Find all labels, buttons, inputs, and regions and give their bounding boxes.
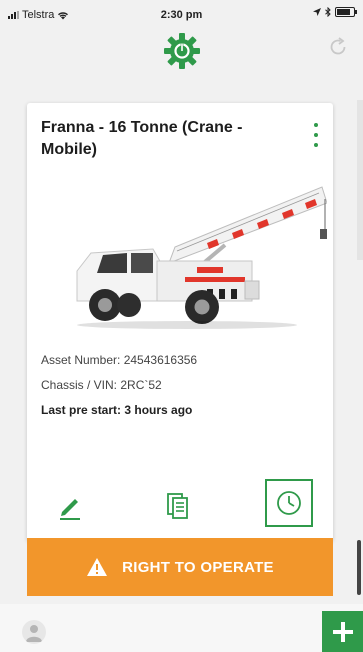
right-to-operate-button[interactable]: RIGHT TO OPERATE bbox=[27, 538, 333, 596]
status-time: 2:30 pm bbox=[160, 9, 203, 21]
add-button[interactable] bbox=[322, 611, 363, 652]
bottom-bar bbox=[0, 604, 363, 652]
plus-icon bbox=[332, 621, 353, 642]
location-arrow-icon bbox=[313, 8, 321, 16]
documents-button[interactable] bbox=[153, 481, 203, 531]
bluetooth-icon bbox=[325, 7, 331, 17]
asset-number: Asset Number: 24543616356 bbox=[41, 353, 198, 367]
documents-icon bbox=[167, 493, 188, 519]
warning-icon bbox=[87, 558, 108, 576]
right-to-operate-label: RIGHT TO OPERATE bbox=[122, 558, 274, 576]
refresh-icon[interactable] bbox=[327, 36, 349, 58]
scroll-indicator[interactable] bbox=[357, 100, 363, 600]
asset-title: Franna - 16 Tonne (Crane - Mobile) bbox=[41, 119, 243, 158]
card-actions bbox=[27, 475, 333, 533]
app-header bbox=[0, 30, 363, 100]
status-bar: Telstra 2:30 pm bbox=[0, 0, 363, 30]
mobile-crane-photo bbox=[76, 186, 327, 329]
chassis-vin: Chassis / VIN: 2RC`52 bbox=[41, 378, 162, 392]
history-button[interactable] bbox=[265, 479, 313, 527]
asset-card[interactable]: Franna - 16 Tonne (Crane - Mobile) Asset… bbox=[27, 103, 333, 541]
clock-history-icon bbox=[277, 491, 301, 515]
edit-button[interactable] bbox=[45, 481, 95, 531]
battery-icon bbox=[335, 7, 357, 17]
last-prestart: Last pre start: 3 hours ago bbox=[41, 403, 193, 417]
user-avatar-icon[interactable] bbox=[22, 620, 46, 644]
asset-info: Asset Number: 24543616356 Chassis / VIN:… bbox=[41, 351, 197, 426]
pencil-icon bbox=[60, 499, 80, 520]
gear-power-logo-icon bbox=[164, 33, 200, 69]
status-right-group bbox=[313, 7, 357, 17]
more-vertical-icon[interactable] bbox=[311, 123, 321, 147]
